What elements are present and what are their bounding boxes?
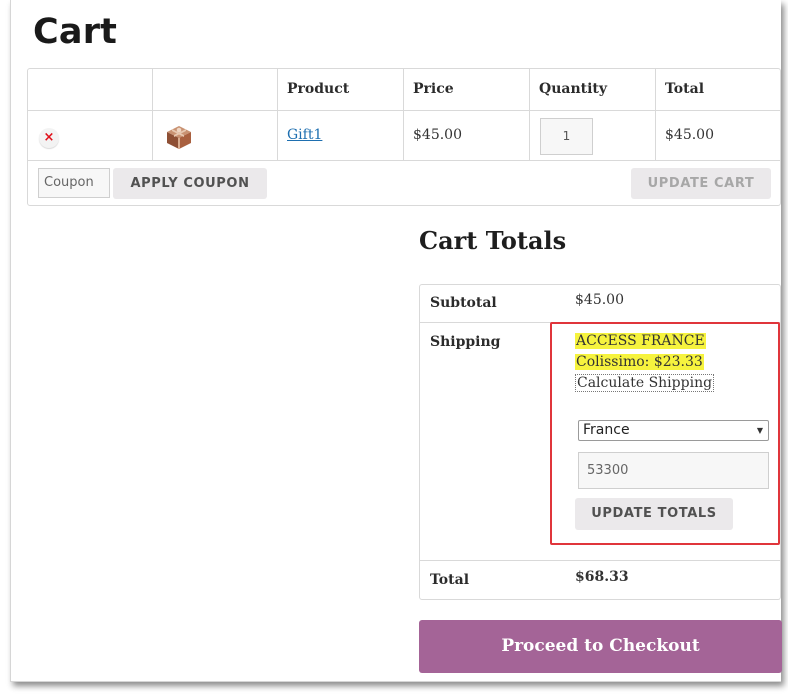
price-cell: $45.00 <box>413 127 462 143</box>
cart-totals-title: Cart Totals <box>419 226 567 255</box>
column-divider <box>277 69 278 161</box>
row-divider <box>420 322 780 323</box>
column-divider <box>152 69 153 161</box>
page-title: Cart <box>33 12 118 52</box>
shipping-label: Shipping <box>430 334 501 350</box>
country-select[interactable]: France ▼ <box>578 420 769 441</box>
shipping-method-line2: Colissimo: $23.33 <box>575 354 704 370</box>
proceed-to-checkout-button[interactable]: Proceed to Checkout <box>419 620 782 673</box>
row-divider <box>420 560 780 561</box>
row-divider <box>28 110 780 111</box>
column-header-total: Total <box>665 81 705 97</box>
line-total-cell: $45.00 <box>665 127 714 143</box>
apply-coupon-button[interactable]: APPLY COUPON <box>113 168 267 199</box>
row-divider <box>28 160 780 161</box>
column-divider <box>655 69 656 161</box>
cart-table: Product Price Quantity Total × Gift1 $45… <box>27 68 781 206</box>
calculate-shipping-link[interactable]: Calculate Shipping <box>575 374 715 392</box>
column-divider <box>403 69 404 161</box>
shipping-details: ACCESS FRANCE Colissimo: $23.33 Calculat… <box>575 331 715 394</box>
country-select-value: France <box>583 422 630 438</box>
subtotal-label: Subtotal <box>430 295 497 311</box>
total-value: $68.33 <box>575 569 629 585</box>
remove-item-icon[interactable]: × <box>39 128 59 148</box>
column-header-price: Price <box>413 81 454 97</box>
column-divider <box>529 69 530 161</box>
total-label: Total <box>430 572 470 588</box>
shipping-method-line1: ACCESS FRANCE <box>575 333 706 349</box>
cart-totals-table: Subtotal $45.00 Shipping ACCESS FRANCE C… <box>419 284 781 600</box>
postcode-input[interactable]: 53300 <box>578 452 769 489</box>
product-link[interactable]: Gift1 <box>287 127 322 143</box>
update-cart-button[interactable]: UPDATE CART <box>631 168 771 199</box>
gift-box-icon[interactable] <box>165 123 193 151</box>
update-totals-button[interactable]: UPDATE TOTALS <box>575 498 733 530</box>
quantity-input[interactable]: 1 <box>540 118 593 155</box>
subtotal-value: $45.00 <box>575 292 624 308</box>
column-header-product: Product <box>287 81 350 97</box>
coupon-input[interactable]: Coupon <box>38 168 110 198</box>
column-header-quantity: Quantity <box>539 81 608 97</box>
dropdown-arrow-icon: ▼ <box>756 426 763 435</box>
